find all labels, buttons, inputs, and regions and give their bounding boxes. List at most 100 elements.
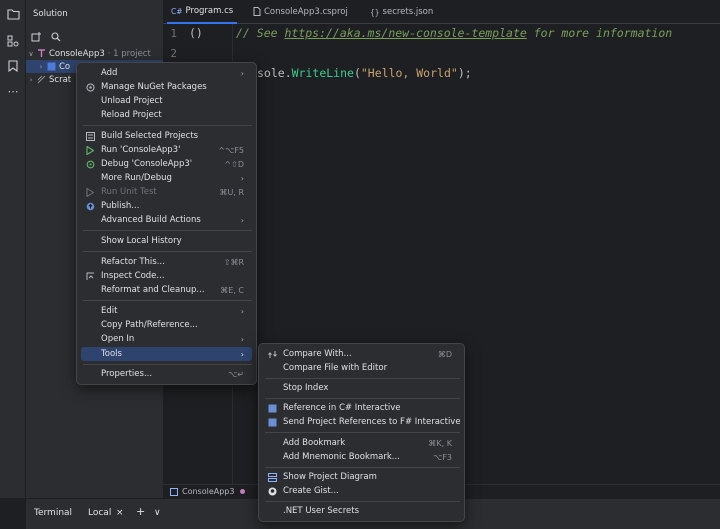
tab-label: secrets.json	[382, 7, 434, 17]
menu-separator	[83, 230, 252, 231]
more-icon[interactable]: ⋯	[5, 83, 21, 99]
menu-item-label: Properties...	[101, 369, 153, 379]
menu-item-publish[interactable]: Publish...	[81, 199, 252, 213]
tools-submenu: Compare With... ⌘D Compare File with Edit…	[258, 343, 465, 522]
file-icon	[253, 6, 261, 18]
menu-item-label: Run Unit Test	[101, 187, 157, 197]
menu-item-add-bookmark[interactable]: Add Bookmark ⌘K, K	[263, 436, 460, 450]
add-icon[interactable]	[30, 31, 42, 43]
menu-item-label: Manage NuGet Packages	[101, 82, 207, 92]
breadcrumb-item[interactable]: ConsoleApp3	[182, 487, 234, 496]
menu-item-stop-index[interactable]: Stop Index	[263, 381, 460, 395]
menu-item-label: Show Project Diagram	[283, 472, 377, 482]
inspect-icon	[85, 271, 95, 281]
menu-item-run[interactable]: Run 'ConsoleApp3' ^⌥F5	[81, 143, 252, 157]
menu-item-label: Compare With...	[283, 349, 352, 359]
menu-item-open-in[interactable]: Open In ›	[81, 332, 252, 346]
status-dot-icon	[240, 489, 246, 494]
menu-separator	[265, 467, 460, 468]
menu-item-inspect-code[interactable]: Inspect Code...	[81, 269, 252, 283]
menu-item-properties[interactable]: Properties... ⌥↵	[81, 367, 252, 381]
menu-item-reference-csharp-interactive[interactable]: Reference in C# Interactive	[263, 401, 460, 415]
menu-separator	[83, 125, 252, 126]
tree-item-label: ConsoleApp3	[49, 48, 105, 59]
menu-item-compare-with[interactable]: Compare With... ⌘D	[263, 347, 460, 361]
menu-item-more-run-debug[interactable]: More Run/Debug ›	[81, 171, 252, 185]
menu-item-show-project-diagram[interactable]: Show Project Diagram	[263, 470, 460, 484]
menu-item-advanced-build[interactable]: Advanced Build Actions ›	[81, 213, 252, 227]
terminal-tab[interactable]: Terminal	[34, 508, 72, 518]
menu-item-label: Refactor This...	[101, 257, 165, 267]
debug-icon	[85, 159, 95, 169]
menu-item-tools[interactable]: Tools ›	[81, 347, 252, 361]
chevron-right-icon: ›	[240, 334, 244, 344]
menu-item-build-selected[interactable]: Build Selected Projects	[81, 129, 252, 143]
menu-separator	[83, 251, 252, 252]
interactive-icon	[267, 403, 277, 413]
menu-item-edit[interactable]: Edit ›	[81, 304, 252, 318]
chevron-down-icon[interactable]: ∨	[154, 508, 161, 518]
chevron-right-icon[interactable]: ›	[26, 76, 36, 84]
structure-icon[interactable]	[5, 33, 21, 49]
code-token: (	[353, 66, 361, 80]
code-method: WriteLine	[291, 66, 354, 80]
menu-item-label: Show Local History	[101, 236, 182, 246]
menu-item-compare-file-editor[interactable]: Compare File with Editor	[263, 361, 460, 375]
chevron-right-icon: ›	[240, 68, 244, 78]
test-icon	[85, 187, 95, 197]
menu-item-label: Open In	[101, 334, 135, 344]
tree-item-solution[interactable]: ∨ ConsoleApp3 · 1 project	[26, 47, 163, 60]
menu-item-run-unit-test[interactable]: Run Unit Test ⌘U, R	[81, 185, 252, 199]
menu-item-reload-project[interactable]: Reload Project	[81, 108, 252, 122]
menu-item-label: Add Bookmark	[283, 438, 346, 448]
activity-bar: ⋯	[0, 0, 26, 498]
chevron-right-icon[interactable]: ›	[36, 63, 46, 71]
menu-item-label: Run 'ConsoleApp3'	[101, 145, 181, 155]
close-icon[interactable]: ×	[116, 508, 124, 518]
menu-separator	[265, 432, 460, 433]
local-tab[interactable]: Local	[88, 508, 111, 518]
menu-separator	[265, 398, 460, 399]
line-number: 2	[170, 47, 177, 60]
menu-item-manage-nuget[interactable]: Manage NuGet Packages	[81, 80, 252, 94]
menu-item-create-gist[interactable]: Create Gist...	[263, 484, 460, 498]
tab-secrets-json[interactable]: {} secrets.json	[366, 0, 437, 24]
publish-icon	[85, 201, 95, 211]
chevron-right-icon: ›	[240, 349, 244, 359]
menu-item-copy-path[interactable]: Copy Path/Reference...	[81, 318, 252, 332]
code-line-1[interactable]: // See https://aka.ms/new-console-templa…	[236, 26, 672, 40]
menu-item-debug[interactable]: Debug 'ConsoleApp3' ^⇧D	[81, 157, 252, 171]
project-icon	[170, 487, 178, 496]
menu-item-local-history[interactable]: Show Local History	[81, 234, 252, 248]
shortcut-label: ⌥F3	[433, 452, 452, 462]
menu-item-dotnet-user-secrets[interactable]: .NET User Secrets	[263, 504, 460, 518]
menu-item-reformat[interactable]: Reformat and Cleanup... ⌘E, C	[81, 283, 252, 297]
shortcut-label: ⌘D	[437, 349, 452, 359]
code-line-3[interactable]: sole.WriteLine("Hello, World");	[257, 66, 472, 80]
shortcut-label: ⌘U, R	[219, 187, 245, 197]
code-link[interactable]: https://aka.ms/new-console-template	[284, 26, 526, 40]
menu-item-add-mnemonic-bookmark[interactable]: Add Mnemonic Bookmark... ⌥F3	[263, 450, 460, 464]
chevron-right-icon: ›	[240, 215, 244, 225]
menu-item-label: Edit	[101, 306, 118, 316]
tab-csproj[interactable]: ConsoleApp3.csproj	[249, 0, 352, 24]
search-icon[interactable]	[50, 31, 62, 43]
menu-item-label: Create Gist...	[283, 486, 339, 496]
menu-item-send-fsharp-interactive[interactable]: Send Project References to F# Interactiv…	[263, 415, 461, 429]
code-string: "Hello, World"	[360, 66, 458, 80]
tab-label: Program.cs	[185, 6, 234, 16]
code-brackets: ()	[189, 26, 203, 40]
diagram-icon	[267, 472, 277, 482]
menu-item-label: Reformat and Cleanup...	[101, 285, 205, 295]
menu-item-unload-project[interactable]: Unload Project	[81, 94, 252, 108]
code-comment: // See	[236, 26, 285, 40]
code-comment: for more information	[526, 26, 673, 40]
menu-item-label: Inspect Code...	[101, 271, 165, 281]
bookmark-icon[interactable]	[5, 58, 21, 74]
menu-item-refactor[interactable]: Refactor This... ⇧⌘R	[81, 255, 252, 269]
menu-item-add[interactable]: Add ›	[81, 66, 252, 80]
tab-program-cs[interactable]: C# Program.cs	[167, 0, 238, 24]
chevron-down-icon[interactable]: ∨	[26, 50, 36, 58]
add-tab-button[interactable]: +	[136, 505, 145, 518]
folder-icon[interactable]	[5, 6, 21, 22]
